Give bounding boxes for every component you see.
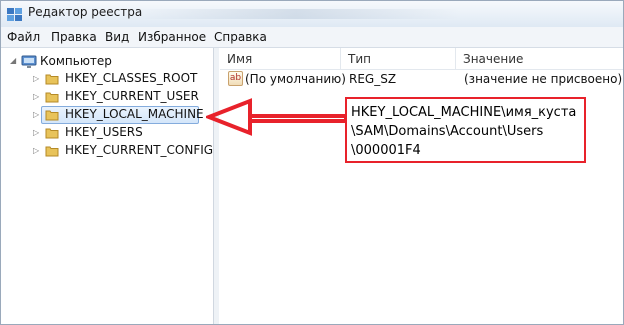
window-title: Редактор реестра (28, 5, 143, 19)
collapse-icon[interactable]: ◢ (10, 56, 16, 65)
values-list[interactable]: Имя Тип Значение ab (По умолчанию) REG_S… (220, 48, 623, 324)
value-type: REG_SZ (349, 72, 397, 86)
list-header: Имя Тип Значение (220, 48, 623, 70)
annotation-arrow-icon (206, 98, 348, 136)
registry-editor-window: Редактор реестра Файл Правка Вид Избранн… (0, 0, 624, 325)
value-name: (По умолчанию) (245, 72, 346, 86)
registry-tree[interactable]: ◢ Компьютер ▷ HKEY_CLASSES_ROOT ▷ HKEY_C… (3, 48, 214, 324)
registry-editor-icon (7, 8, 22, 21)
column-header-label: Значение (463, 52, 524, 66)
column-header-label: Тип (348, 52, 371, 66)
column-header-value[interactable]: Значение (456, 48, 623, 69)
string-value-icon: ab (228, 71, 243, 86)
tree-root[interactable]: ◢ Компьютер (3, 53, 208, 71)
column-header-name[interactable]: Имя (220, 48, 341, 69)
menu-help[interactable]: Справка (214, 30, 267, 44)
folder-icon (45, 74, 59, 85)
expand-icon[interactable]: ▷ (33, 110, 39, 119)
menu-view[interactable]: Вид (105, 30, 129, 44)
folder-icon (45, 92, 59, 103)
expand-icon[interactable]: ▷ (33, 128, 39, 137)
menu-favorites[interactable]: Избранное (138, 30, 206, 44)
annotation-text: HKEY_LOCAL_MACHINE\имя_куста \SAM\Domain… (351, 105, 577, 158)
tree-item-hkey-local-machine[interactable]: ▷ HKEY_LOCAL_MACHINE (3, 106, 208, 124)
tree-item-label: HKEY_CURRENT_USER (65, 89, 199, 103)
tree-root-label: Компьютер (40, 54, 112, 68)
tree-item-label: HKEY_LOCAL_MACHINE (65, 107, 204, 121)
column-header-label: Имя (227, 52, 253, 66)
folder-icon (45, 146, 59, 157)
tree-item-label: HKEY_USERS (65, 125, 143, 139)
folder-icon (45, 110, 59, 121)
expand-icon[interactable]: ▷ (33, 92, 39, 101)
value-data: (значение не присвоено) (464, 72, 623, 86)
tree-item-label: HKEY_CLASSES_ROOT (65, 71, 198, 85)
expand-icon[interactable]: ▷ (33, 74, 39, 83)
computer-icon (21, 55, 37, 68)
tree-item-hkey-classes-root[interactable]: ▷ HKEY_CLASSES_ROOT (3, 70, 208, 88)
tree-item-hkey-current-config[interactable]: ▷ HKEY_CURRENT_CONFIG (3, 142, 213, 160)
expand-icon[interactable]: ▷ (33, 146, 39, 155)
tree-item-hkey-current-user[interactable]: ▷ HKEY_CURRENT_USER (3, 88, 208, 106)
tree-item-hkey-users[interactable]: ▷ HKEY_USERS (3, 124, 208, 142)
title-bar-glass (131, 9, 461, 19)
table-row[interactable]: ab (По умолчанию) REG_SZ (значение не пр… (220, 70, 623, 88)
title-bar[interactable]: Редактор реестра (1, 1, 623, 28)
folder-icon (45, 128, 59, 139)
menu-bar: Файл Правка Вид Избранное Справка (1, 27, 623, 48)
annotation-callout: HKEY_LOCAL_MACHINE\имя_куста \SAM\Domain… (345, 97, 586, 163)
tree-item-label: HKEY_CURRENT_CONFIG (65, 143, 214, 157)
menu-edit[interactable]: Правка (51, 30, 97, 44)
menu-file[interactable]: Файл (7, 30, 40, 44)
pane-splitter[interactable] (214, 48, 219, 324)
column-header-type[interactable]: Тип (341, 48, 456, 69)
